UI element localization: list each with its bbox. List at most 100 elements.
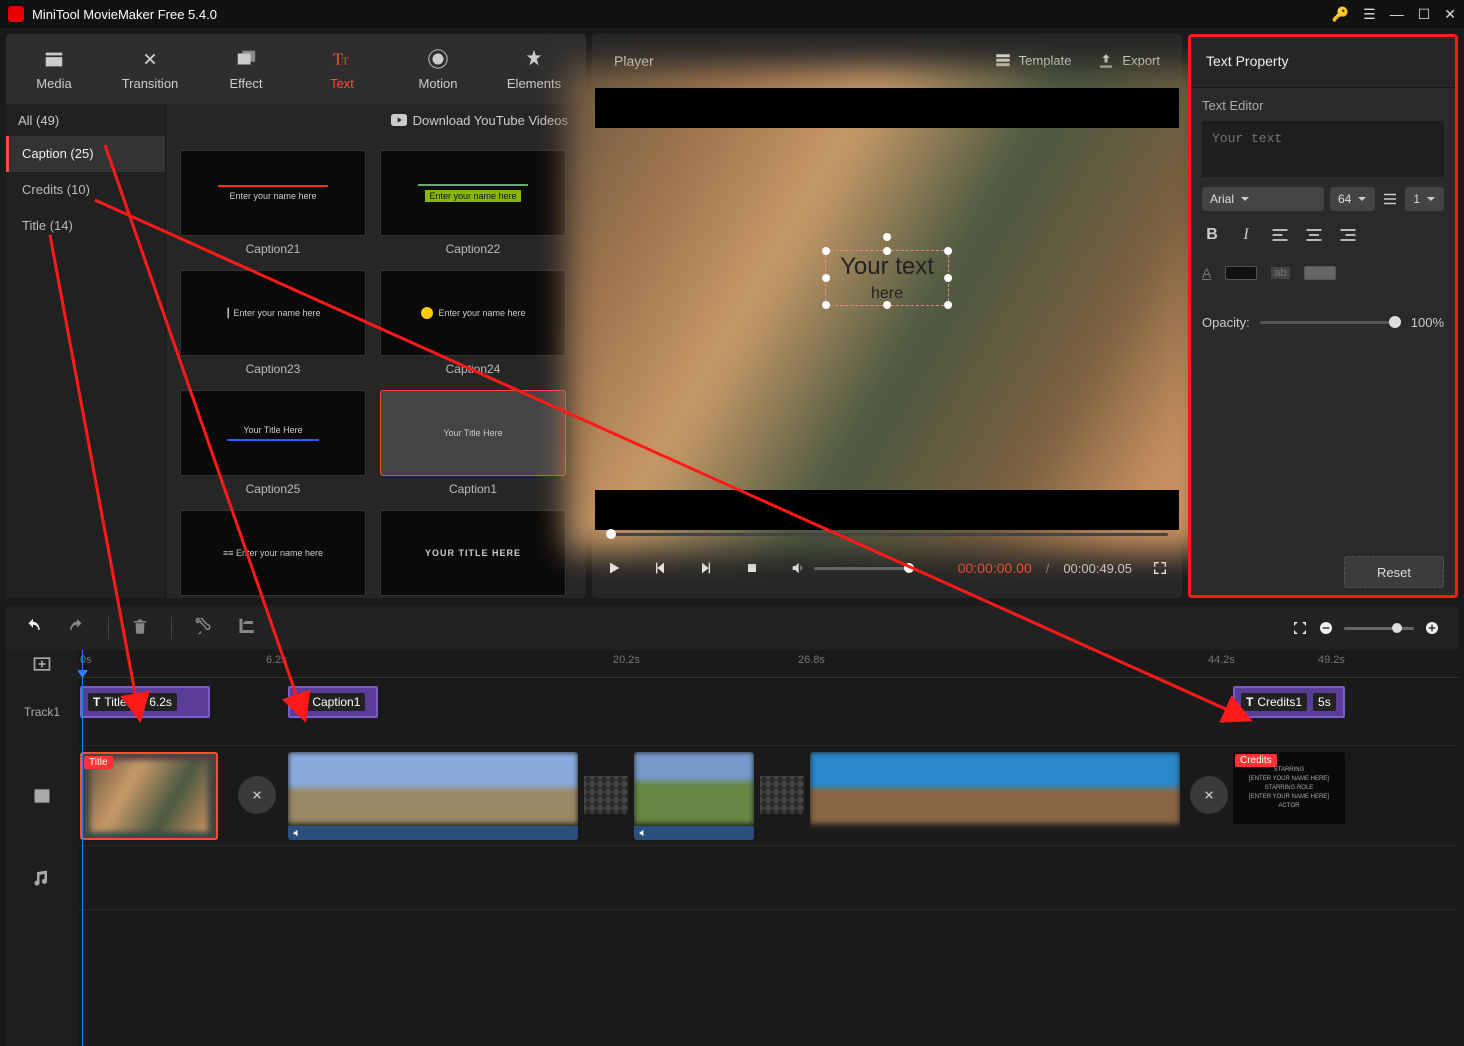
zoom-slider[interactable] (1344, 627, 1414, 630)
font-select[interactable]: Arial (1202, 187, 1324, 211)
time-current: 00:00:00.00 (958, 560, 1032, 576)
minimize-icon[interactable]: — (1390, 6, 1404, 22)
prop-editor-label: Text Editor (1202, 98, 1444, 113)
time-total: 00:00:49.05 (1063, 561, 1132, 576)
close-icon[interactable]: ✕ (1444, 6, 1456, 23)
opacity-value: 100% (1411, 315, 1444, 330)
stop-icon[interactable] (744, 560, 760, 576)
play-icon[interactable] (606, 560, 622, 576)
lineheight-select[interactable]: 1 (1405, 187, 1444, 211)
thumb-extra2[interactable]: YOUR TITLE HERE (380, 510, 566, 598)
add-track-icon[interactable] (6, 650, 78, 678)
text-color-icon[interactable]: A (1202, 265, 1211, 281)
align-center-button[interactable] (1304, 225, 1324, 245)
text-property-panel: Text Property Text Editor Arial 64 1 (1188, 34, 1458, 598)
svg-text:T: T (342, 55, 349, 67)
delete-button[interactable] (131, 618, 149, 639)
volume-icon[interactable] (790, 560, 806, 576)
redo-button[interactable] (68, 618, 86, 639)
undo-button[interactable] (24, 618, 42, 639)
tab-transition[interactable]: Transition (102, 34, 198, 104)
align-right-button[interactable] (1338, 225, 1358, 245)
lineheight-icon[interactable] (1381, 190, 1399, 208)
next-icon[interactable] (698, 560, 714, 576)
videoclip-1[interactable]: Title (80, 752, 218, 840)
opacity-label: Opacity: (1202, 315, 1250, 330)
video-track-icon (6, 746, 78, 846)
text-editor-field[interactable] (1202, 121, 1444, 177)
download-youtube-link[interactable]: Download YouTube Videos (391, 113, 568, 128)
tab-elements-label: Elements (507, 76, 561, 91)
library-categories: All (49) Caption (25) Credits (10) Title… (6, 104, 166, 598)
thumb-caption21[interactable]: Enter your name here Caption21 (180, 150, 366, 256)
align-left-button[interactable] (1270, 225, 1290, 245)
app-logo (8, 6, 24, 22)
track1-label: Track1 (6, 678, 78, 746)
opacity-slider[interactable] (1260, 321, 1401, 324)
videoclip-credits[interactable]: Credits STARRING [ENTER YOUR NAME HERE] … (1233, 752, 1345, 840)
zoom-out-icon[interactable] (1318, 620, 1334, 636)
audio-track-icon (6, 846, 78, 910)
gap-2[interactable] (760, 776, 804, 814)
audio-track[interactable] (78, 846, 1458, 910)
category-title[interactable]: Title (14) (6, 208, 165, 244)
fontsize-select[interactable]: 64 (1330, 187, 1375, 211)
text-color-swatch[interactable] (1225, 266, 1257, 280)
download-youtube-label: Download YouTube Videos (413, 113, 568, 128)
timeline-ruler[interactable]: 0s 6.2s 20.2s 26.8s 44.2s 49.2s (78, 650, 1458, 678)
clip-title1[interactable]: T Title1 6.2s (80, 686, 210, 718)
bold-button[interactable]: B (1202, 225, 1222, 245)
transition-slot-1[interactable] (238, 776, 276, 814)
tab-effect-label: Effect (229, 76, 262, 91)
preview-area[interactable]: Your text here (595, 88, 1179, 530)
videoclip-3[interactable] (634, 752, 754, 840)
tab-motion[interactable]: Motion (390, 34, 486, 104)
titlebar: MiniTool MovieMaker Free 5.4.0 🔑 ☰ — ☐ ✕ (0, 0, 1464, 28)
highlight-swatch[interactable] (1304, 266, 1336, 280)
preview-text-overlay[interactable]: Your text here (825, 250, 949, 306)
videoclip-2[interactable] (288, 752, 578, 840)
tab-transition-label: Transition (122, 76, 179, 91)
seek-bar[interactable] (606, 530, 1168, 538)
prev-icon[interactable] (652, 560, 668, 576)
tab-media[interactable]: Media (6, 34, 102, 104)
thumb-caption25[interactable]: Your Title Here Caption25 (180, 390, 366, 496)
maximize-icon[interactable]: ☐ (1418, 6, 1431, 23)
thumb-caption22[interactable]: Enter your name here Caption22 (380, 150, 566, 256)
highlight-icon[interactable]: ab (1271, 267, 1289, 279)
category-credits[interactable]: Credits (10) (6, 172, 165, 208)
key-icon[interactable]: 🔑 (1332, 6, 1349, 23)
volume-slider[interactable] (814, 567, 914, 570)
timeline-tracks[interactable]: 0s 6.2s 20.2s 26.8s 44.2s 49.2s T Title1… (78, 650, 1458, 1046)
timeline-panel: Track1 0s 6.2s 20.2s 26.8s 44.2s 49.2s T (6, 606, 1458, 1046)
italic-button[interactable]: I (1236, 225, 1256, 245)
tab-text-label: Text (330, 76, 354, 91)
library-panel: Media Transition Effect TT Text Motion E… (6, 34, 586, 598)
menu-icon[interactable]: ☰ (1363, 6, 1376, 23)
library-grid[interactable]: Enter your name here Caption21 Enter you… (166, 136, 586, 598)
playhead[interactable] (82, 650, 83, 1046)
category-all[interactable]: All (49) (18, 113, 59, 128)
clip-caption1[interactable]: T Caption1 (288, 686, 378, 718)
thumb-caption24[interactable]: Enter your name here Caption24 (380, 270, 566, 376)
zoom-in-icon[interactable] (1424, 620, 1440, 636)
thumb-caption23[interactable]: ┃ Enter your name here Caption23 (180, 270, 366, 376)
crop-button[interactable] (238, 618, 256, 639)
videoclip-4[interactable] (810, 752, 1180, 840)
clip-credits1[interactable]: T Credits1 5s (1233, 686, 1345, 718)
thumb-caption1[interactable]: Your Title Here Caption1 (380, 390, 566, 496)
reset-button[interactable]: Reset (1344, 556, 1444, 588)
split-button[interactable] (194, 618, 212, 639)
fit-icon[interactable] (1292, 620, 1308, 636)
thumb-extra1[interactable]: ≡≡ Enter your name here (180, 510, 366, 598)
tab-motion-label: Motion (418, 76, 457, 91)
app-title: MiniTool MovieMaker Free 5.4.0 (32, 7, 217, 22)
gap-1[interactable] (584, 776, 628, 814)
player-panel: Player Template Export Your text here (592, 34, 1182, 598)
tab-media-label: Media (36, 76, 71, 91)
transition-slot-2[interactable] (1190, 776, 1228, 814)
tab-effect[interactable]: Effect (198, 34, 294, 104)
category-caption[interactable]: Caption (25) (6, 136, 165, 172)
fullscreen-icon[interactable] (1152, 560, 1168, 576)
tab-text[interactable]: TT Text (294, 34, 390, 104)
